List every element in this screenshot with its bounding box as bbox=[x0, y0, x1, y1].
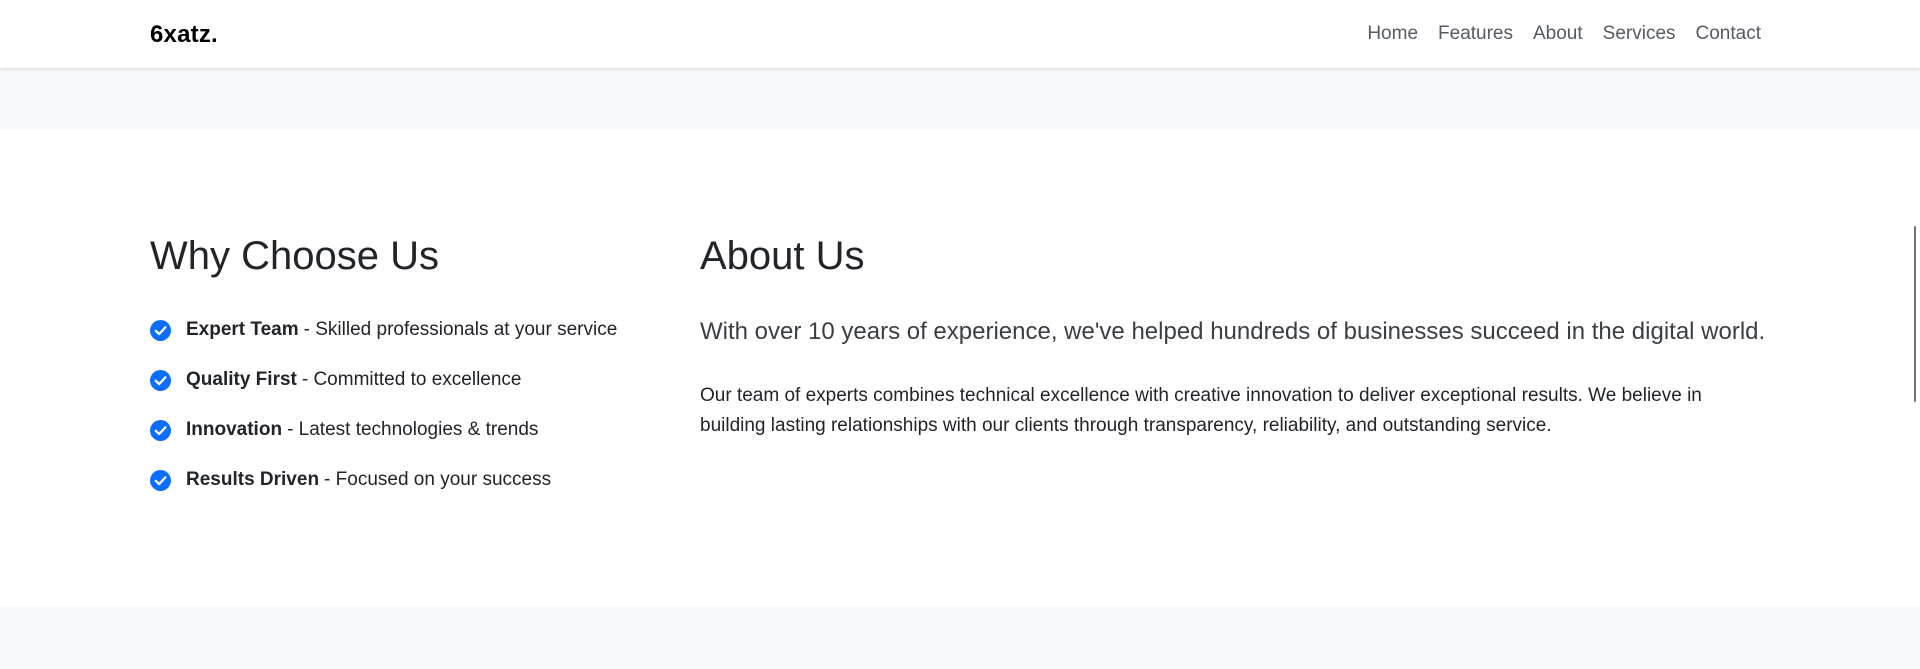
why-choose-us-section: Why Choose Us Expert Team - Skilled prof… bbox=[150, 230, 670, 505]
why-title: Why Choose Us bbox=[150, 234, 439, 278]
nav-item-about: About bbox=[1533, 23, 1583, 45]
about-body: Our team of experts combines technical e… bbox=[700, 385, 1702, 436]
nav-item-home: Home bbox=[1367, 23, 1418, 45]
nav-link-features[interactable]: Features bbox=[1438, 23, 1513, 44]
item-text: - Focused on your success bbox=[324, 469, 552, 490]
check-circle-icon bbox=[150, 369, 171, 391]
item-title: Results Driven bbox=[186, 469, 320, 490]
about-lead: With over 10 years of experience, we've … bbox=[700, 318, 1766, 345]
why-list: Expert Team - Skilled professionals at y… bbox=[150, 305, 670, 505]
item-text: - Skilled professionals at your service bbox=[303, 319, 618, 340]
nav-item-features: Features bbox=[1438, 23, 1513, 45]
list-item: Quality First - Committed to excellence bbox=[150, 355, 670, 405]
navbar: 6xatz. Home Features About Services Cont… bbox=[0, 0, 1920, 68]
nav-item-contact: Contact bbox=[1696, 23, 1761, 45]
section-band-bottom bbox=[0, 607, 1920, 669]
check-circle-icon bbox=[150, 469, 171, 491]
list-item: Innovation - Latest technologies & trend… bbox=[150, 405, 670, 455]
nav-link-home[interactable]: Home bbox=[1367, 23, 1418, 44]
item-title: Expert Team bbox=[186, 319, 299, 340]
scrollbar-thumb[interactable] bbox=[1914, 226, 1916, 402]
nav-item-services: Services bbox=[1603, 23, 1676, 45]
item-title: Quality First bbox=[186, 369, 297, 390]
check-circle-icon bbox=[150, 319, 171, 341]
nav-link-services[interactable]: Services bbox=[1603, 23, 1676, 44]
nav-link-about[interactable]: About bbox=[1533, 23, 1583, 44]
about-us-section: About Us With over 10 years of experienc… bbox=[700, 230, 1770, 441]
brand-logo[interactable]: 6xatz. bbox=[150, 21, 218, 49]
list-item: Expert Team - Skilled professionals at y… bbox=[150, 305, 670, 355]
section-band-top bbox=[0, 68, 1920, 129]
item-title: Innovation bbox=[186, 419, 283, 440]
list-item: Results Driven - Focused on your success bbox=[150, 455, 670, 505]
nav-link-contact[interactable]: Contact bbox=[1696, 23, 1761, 44]
item-text: - Latest technologies & trends bbox=[287, 419, 539, 440]
check-circle-icon bbox=[150, 419, 171, 441]
nav-links: Home Features About Services Contact bbox=[1367, 23, 1761, 45]
item-text: - Committed to excellence bbox=[301, 369, 522, 390]
about-title: About Us bbox=[700, 234, 865, 278]
